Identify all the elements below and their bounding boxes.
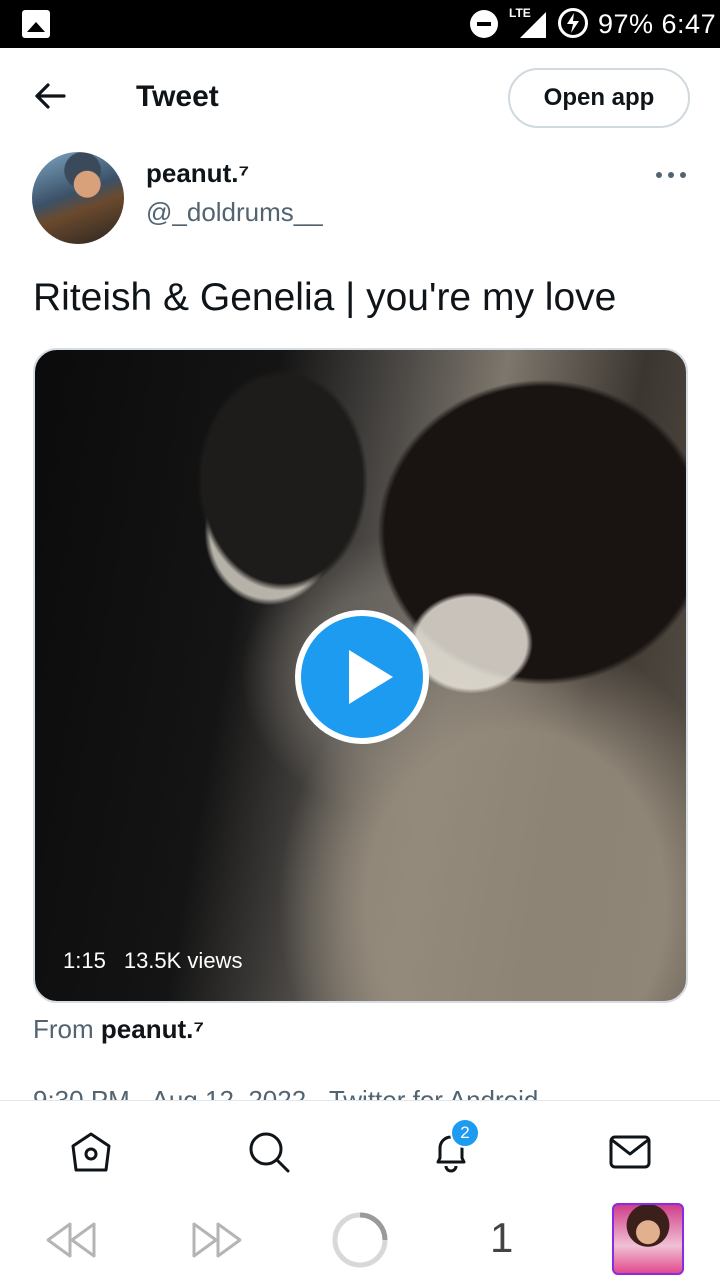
video-duration: 1:15 bbox=[63, 948, 106, 973]
tab-count[interactable]: 1 bbox=[490, 1214, 513, 1262]
tweet-text: Riteish & Genelia | you're my love bbox=[33, 276, 617, 319]
rewind-icon[interactable] bbox=[44, 1218, 98, 1262]
video-source: From peanut.⁷ bbox=[33, 1014, 204, 1045]
open-app-button[interactable]: Open app bbox=[508, 68, 690, 128]
author-name[interactable]: peanut.⁷ bbox=[146, 158, 249, 189]
messages-icon[interactable] bbox=[607, 1129, 653, 1175]
author-avatar[interactable] bbox=[32, 152, 124, 244]
do-not-disturb-icon bbox=[470, 10, 498, 38]
video-views: 13.5K views bbox=[123, 948, 243, 973]
video-player[interactable]: 1:15 13.5K views bbox=[33, 348, 688, 1003]
battery-and-clock: 97% 6:47 bbox=[598, 9, 717, 39]
tweet-timestamp: 9:30 PM · Aug 12, 2022 · Twitter for And… bbox=[33, 1085, 539, 1100]
status-bar: LTE 97% 6:47 bbox=[0, 0, 720, 48]
bottom-navigation: 2 bbox=[0, 1100, 720, 1200]
video-source-prefix: From bbox=[33, 1014, 94, 1044]
search-icon[interactable] bbox=[246, 1129, 292, 1175]
loading-spinner-icon bbox=[332, 1212, 388, 1268]
battery-charging-icon bbox=[558, 8, 588, 38]
header: Tweet Open app bbox=[0, 48, 720, 144]
notification-count-badge: 2 bbox=[450, 1118, 480, 1148]
more-options-icon[interactable] bbox=[656, 172, 686, 182]
video-source-author[interactable]: peanut.⁷ bbox=[101, 1014, 204, 1044]
author-handle[interactable]: @_doldrums__ bbox=[146, 197, 323, 228]
signal-icon bbox=[520, 12, 546, 38]
gallery-notification-icon bbox=[22, 10, 50, 38]
back-arrow-icon[interactable] bbox=[34, 82, 66, 110]
play-button-icon[interactable] bbox=[295, 610, 429, 744]
page-title: Tweet bbox=[136, 80, 219, 113]
video-meta: 1:15 13.5K views bbox=[63, 948, 242, 974]
fast-forward-icon[interactable] bbox=[190, 1218, 244, 1262]
profile-thumbnail[interactable] bbox=[612, 1203, 684, 1275]
home-icon[interactable] bbox=[68, 1129, 114, 1175]
